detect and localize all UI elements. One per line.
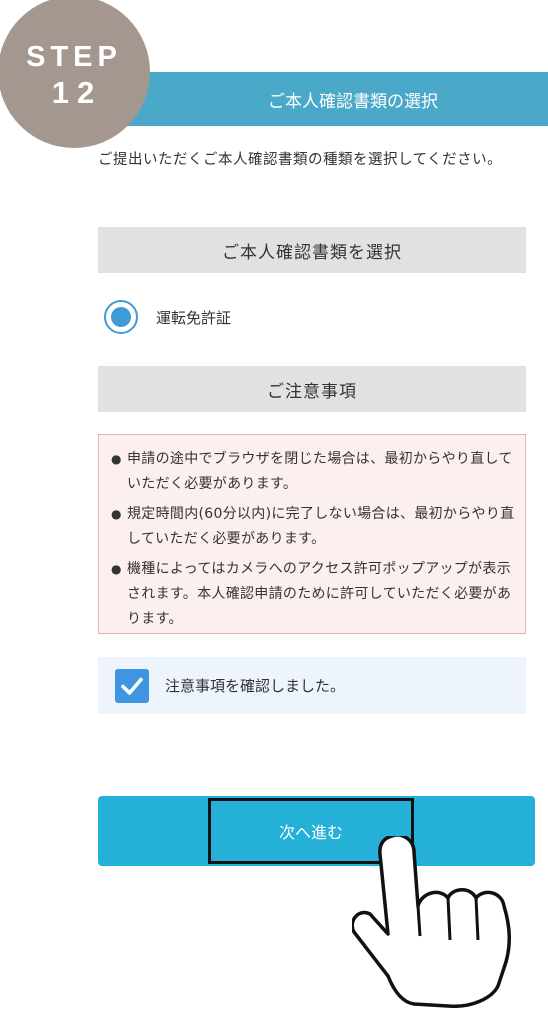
radio-selected-dot bbox=[111, 307, 131, 327]
confirm-checkbox[interactable] bbox=[115, 668, 149, 703]
instruction-text: ご提出いただくご本人確認書類の種類を選択してください。 bbox=[98, 152, 503, 168]
note-text: 規定時間内(60分以内)に完了しない場合は、最初からやり直していただく必要があり… bbox=[127, 506, 515, 547]
bullet-icon: ● bbox=[111, 507, 122, 521]
section-header-notes: ご注意事項 bbox=[98, 366, 526, 412]
note-item: ● 申請の途中でブラウザを閉じた場合は、最初からやり直していただく必要があります… bbox=[111, 447, 515, 497]
notes-box: ● 申請の途中でブラウザを閉じた場合は、最初からやり直していただく必要があります… bbox=[98, 434, 526, 634]
note-item: ● 規定時間内(60分以内)に完了しない場合は、最初からやり直していただく必要が… bbox=[111, 502, 515, 552]
page-header: ご本人確認書類の選択 bbox=[98, 72, 548, 126]
section-title-select: ご本人確認書類を選択 bbox=[222, 242, 402, 263]
bullet-icon: ● bbox=[111, 562, 122, 576]
bullet-icon: ● bbox=[111, 452, 122, 466]
radio-option-drivers-license[interactable]: 運転免許証 bbox=[104, 300, 231, 334]
section-header-select: ご本人確認書類を選択 bbox=[98, 227, 526, 273]
note-text: 申請の途中でブラウザを閉じた場合は、最初からやり直していただく必要があります。 bbox=[127, 451, 513, 492]
checkmark-icon bbox=[121, 677, 143, 695]
radio-label: 運転免許証 bbox=[156, 308, 232, 327]
section-title-notes: ご注意事項 bbox=[267, 381, 357, 402]
pointing-hand-icon bbox=[352, 836, 512, 1008]
confirm-label: 注意事項を確認しました。 bbox=[165, 677, 346, 695]
step-number: 12 bbox=[51, 75, 103, 110]
step-word: STEP bbox=[26, 41, 122, 73]
confirm-checkbox-row[interactable]: 注意事項を確認しました。 bbox=[98, 657, 526, 714]
note-text: 機種によってはカメラへのアクセス許可ポップアップが表示されます。本人確認申請のた… bbox=[127, 561, 512, 627]
step-badge: STEP 12 bbox=[0, 0, 150, 148]
page-title: ご本人確認書類の選択 bbox=[268, 91, 438, 112]
note-item: ● 機種によってはカメラへのアクセス許可ポップアップが表示されます。本人確認申請… bbox=[111, 557, 515, 632]
next-button-label: 次へ進む bbox=[278, 823, 343, 842]
radio-button[interactable] bbox=[104, 300, 138, 334]
